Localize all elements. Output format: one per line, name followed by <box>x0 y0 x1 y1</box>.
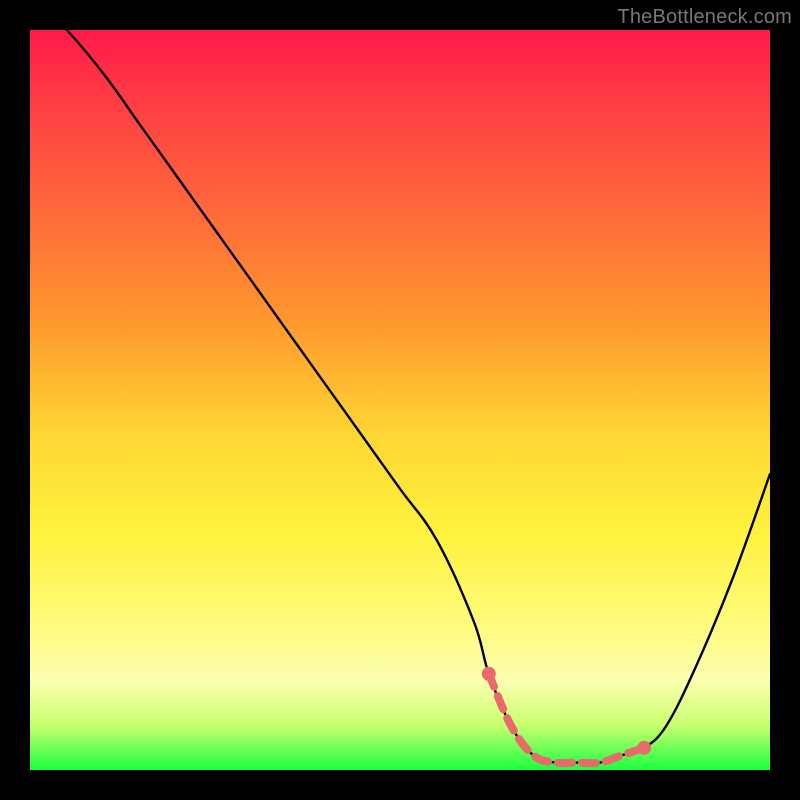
chart-container: TheBottleneck.com <box>0 0 800 800</box>
highlight-segment <box>482 667 651 763</box>
highlight-end-dot <box>637 741 651 755</box>
watermark-label: TheBottleneck.com <box>617 6 792 29</box>
highlight-start-dot <box>482 667 496 681</box>
bottleneck-curve <box>30 0 770 763</box>
highlight-dash <box>489 674 644 763</box>
curve-line <box>30 0 770 763</box>
curve-overlay <box>30 30 770 770</box>
